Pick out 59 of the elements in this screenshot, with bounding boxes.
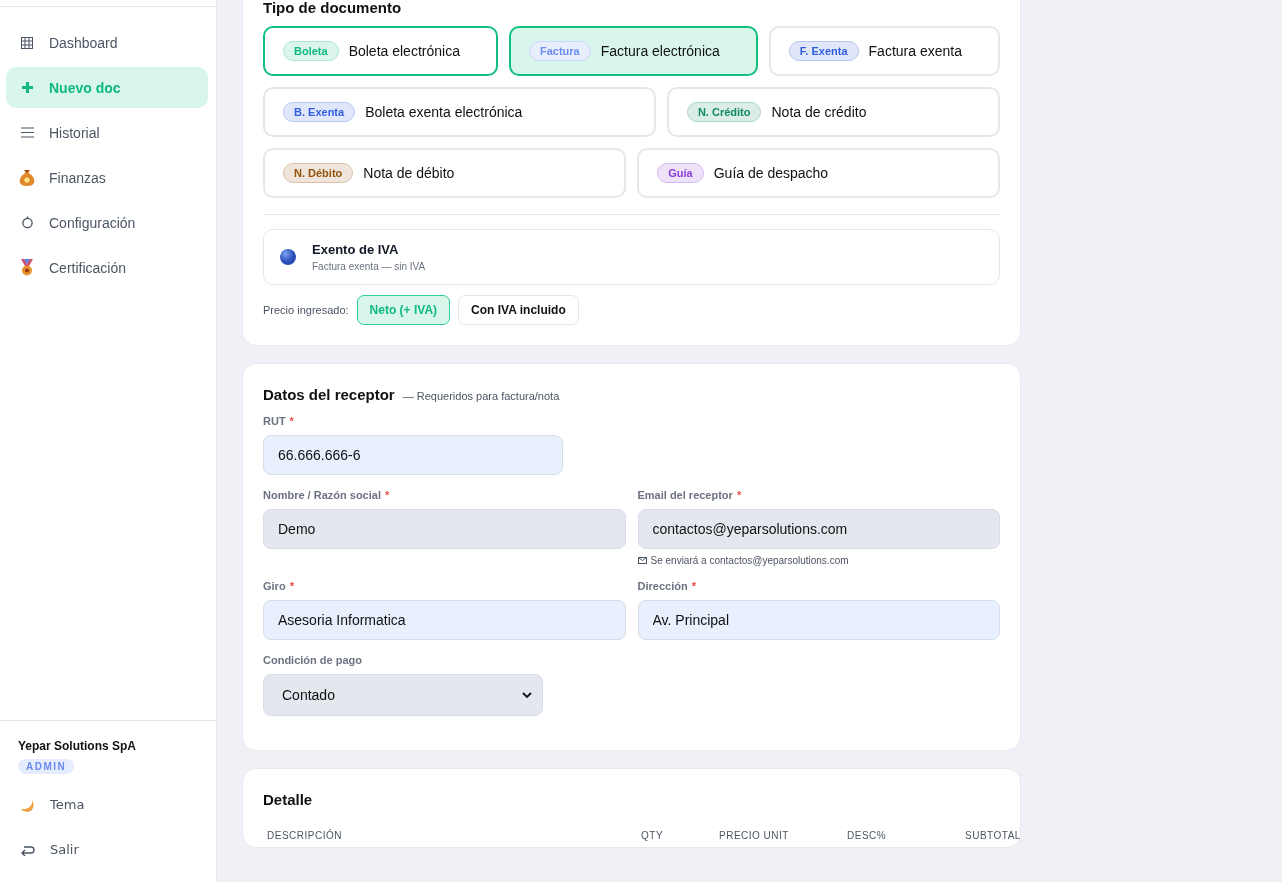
column-header: PRECIO UNIT: [719, 830, 790, 841]
sidebar-item[interactable]: Certificación: [6, 247, 208, 288]
column-header: DESC%: [847, 830, 888, 841]
section-title: Tipo de documento: [263, 0, 403, 16]
tax-status-subtitle: Factura exenta — sin IVA: [312, 261, 426, 272]
document-type-option[interactable]: Guía Guía de despacho: [637, 148, 1000, 198]
document-type-option[interactable]: B. Exenta Boleta exenta electrónica: [263, 87, 656, 137]
money-bag-icon: [19, 169, 35, 186]
field-hint: Se enviará a contactos@yeparsolutions.com: [650, 555, 849, 566]
select-field[interactable]: Contado: [263, 674, 543, 716]
grid-icon: [21, 36, 33, 49]
field-label: Nombre / Razón social *: [263, 489, 391, 501]
input-field[interactable]: Av. Principal: [637, 600, 1000, 640]
column-header: DESCRIPCIÓN: [266, 830, 343, 841]
document-type-option[interactable]: N. Crédito Nota de crédito: [666, 87, 1000, 137]
field-label: Dirección *: [637, 580, 697, 592]
price-mode-option[interactable]: Con IVA incluido: [458, 295, 579, 325]
field-label: RUT *: [263, 415, 295, 427]
tax-status-title: Exento de IVA: [312, 242, 400, 257]
menu-icon: [20, 127, 34, 138]
section-note: — Requeridos para factura/nota: [402, 390, 560, 402]
sidebar-item[interactable]: Tema: [18, 782, 198, 827]
medal-icon: [19, 259, 35, 276]
document-type-option[interactable]: Boleta Boleta electrónica: [263, 26, 498, 76]
type-badge: Factura: [529, 41, 591, 61]
section-title: Detalle: [263, 791, 314, 808]
document-type-option[interactable]: Factura Factura electrónica: [509, 26, 758, 76]
type-badge: N. Débito: [283, 163, 354, 183]
document-type-option[interactable]: F. Exenta Factura exenta: [768, 26, 1000, 76]
sidebar-item[interactable]: Configuración: [6, 202, 208, 243]
type-badge: F. Exenta: [788, 41, 859, 61]
company-name: Yepar Solutions SpA: [18, 739, 138, 753]
input-field[interactable]: 66.666.666-6: [263, 435, 563, 475]
type-badge: B. Exenta: [283, 102, 356, 122]
input-field[interactable]: contactos@yeparsolutions.com: [637, 509, 1000, 549]
role-badge: ADMIN: [18, 759, 75, 774]
chevron-down-icon: [522, 692, 532, 698]
type-badge: N. Crédito: [686, 102, 762, 122]
document-type-option[interactable]: N. Débito Nota de débito: [263, 148, 627, 198]
column-header: SUBTOTAL: [965, 830, 1022, 841]
settings-icon: [20, 216, 34, 229]
plus-icon: [20, 81, 34, 94]
sidebar-item[interactable]: Finanzas: [6, 157, 208, 198]
input-field[interactable]: Asesoria Informatica: [263, 600, 626, 640]
field-label: Giro *: [263, 580, 295, 592]
return-arrow-icon: [19, 843, 35, 856]
sidebar-item[interactable]: Salir: [18, 827, 198, 872]
field-label: Condición de pago: [263, 654, 363, 666]
type-badge: Boleta: [283, 41, 339, 61]
input-field[interactable]: Demo: [263, 509, 626, 549]
price-mode-label: Precio ingresado:: [263, 304, 349, 316]
field-label: Email del receptor *: [637, 489, 743, 501]
column-header: QTY: [641, 830, 665, 841]
sphere-icon: [280, 249, 296, 265]
sidebar-item[interactable]: Dashboard: [6, 22, 208, 63]
sidebar-item[interactable]: Historial: [6, 112, 208, 153]
type-badge: Guía: [657, 163, 704, 183]
envelope-icon: [637, 557, 647, 564]
section-title: Datos del receptor: [263, 386, 395, 403]
